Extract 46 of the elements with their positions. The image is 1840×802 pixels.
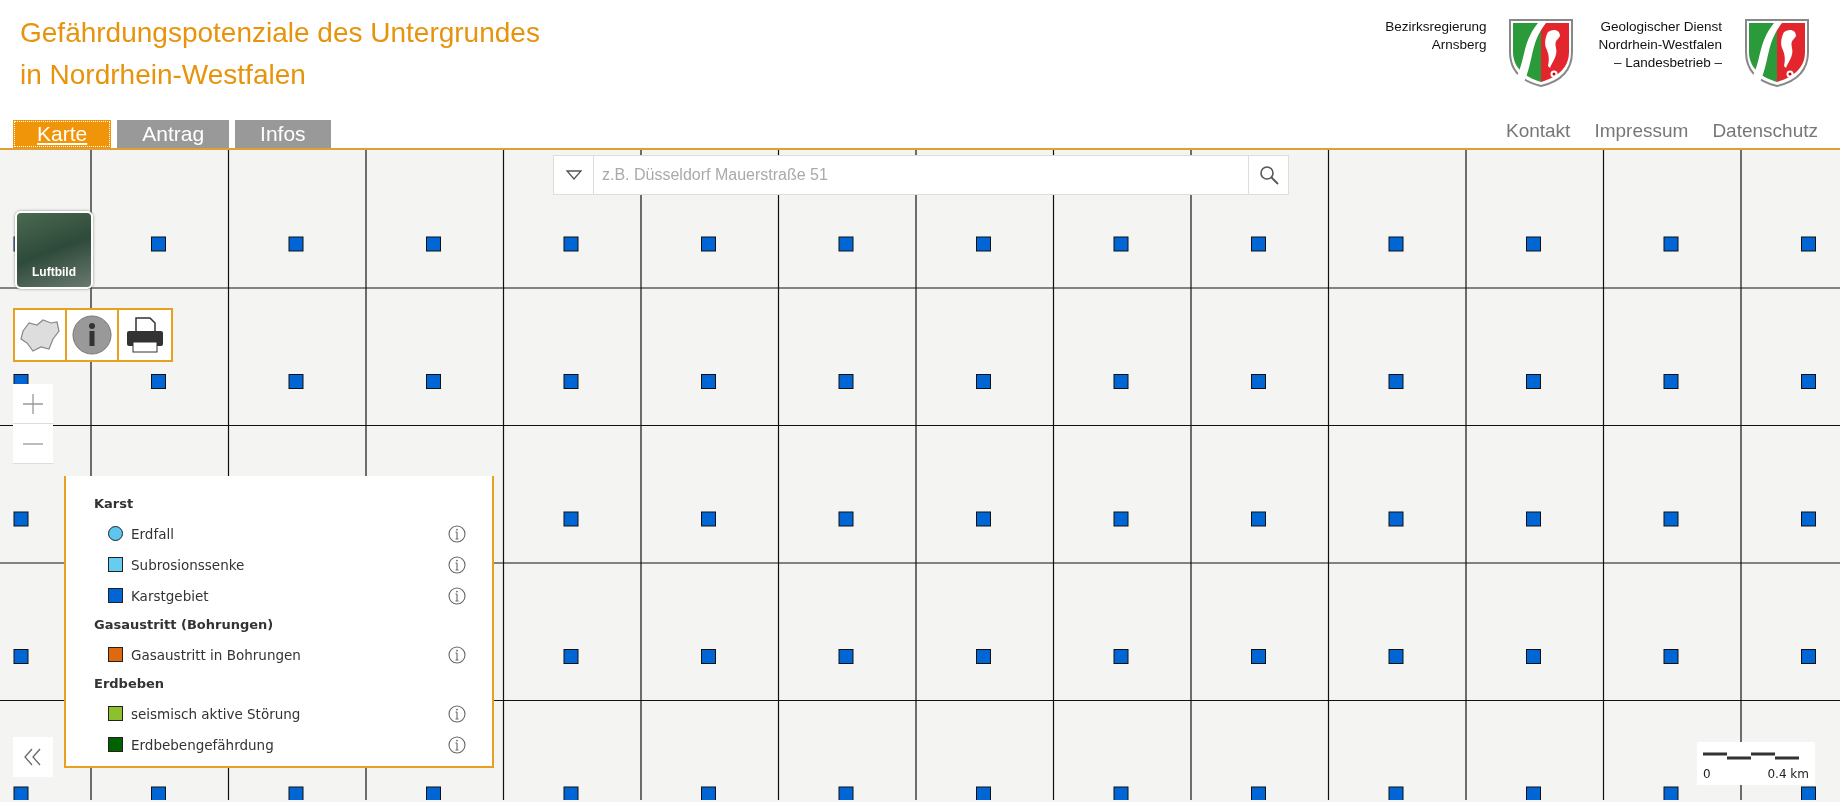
legend-label: Gasaustritt in Bohrungen [131, 646, 302, 663]
nav-link[interactable]: Impressum [1594, 120, 1689, 142]
info-icon [448, 524, 466, 543]
nav-link[interactable]: Datenschutz [1712, 120, 1818, 142]
info-icon [448, 704, 466, 723]
scale-ruler-icon [1703, 752, 1799, 760]
scale-label: 0.4 km [1767, 767, 1809, 781]
page-title: in Nordrhein-Westfalen [20, 58, 307, 92]
search-field[interactable]: z.B. Düsseldorf Mauerstraße 51 [594, 155, 1248, 195]
coat-of-arms-icon [1508, 18, 1575, 88]
printer-icon [125, 316, 165, 354]
search-button[interactable] [1248, 155, 1289, 195]
plus-icon [22, 392, 44, 415]
collapse-button[interactable] [13, 737, 53, 777]
organization-name: Bezirksregierung [1385, 18, 1487, 36]
legend-label: Subrosionssenke [131, 556, 246, 573]
nav-tab[interactable]: Infos [235, 120, 331, 148]
dropdown-caret-icon [565, 170, 582, 180]
page-title: Gefährdungspotenziale des Untergrundes [20, 16, 540, 50]
info-icon [448, 586, 466, 605]
info-icon [448, 555, 466, 574]
legend-group-title: Erdbeben [94, 676, 166, 691]
info-icon [448, 735, 466, 754]
organization-name: – Landesbetrieb – [1612, 54, 1722, 72]
search-options-button[interactable] [553, 155, 594, 195]
scale-label: 0 [1703, 767, 1711, 781]
aerial-photo-button[interactable]: Luftbild [15, 211, 93, 289]
double-chevron-left-icon [23, 748, 43, 766]
coat-of-arms-icon [1744, 18, 1810, 88]
search-icon [1258, 165, 1279, 185]
info-icon [448, 645, 466, 664]
minus-icon [22, 441, 44, 446]
legend-label: Erdbebengefährdung [131, 736, 275, 753]
legend-label: Erdfall [131, 525, 175, 542]
nav-link[interactable]: Kontakt [1505, 120, 1571, 142]
organization-name: Nordrhein-Westfalen [1598, 36, 1722, 54]
organization-name: Geologischer Dienst [1599, 18, 1722, 36]
legend-label: seismisch aktive Störung [131, 705, 302, 722]
nav-tab[interactable]: Antrag [117, 120, 230, 148]
organization-name: Arnsberg [1430, 36, 1487, 54]
info-icon [71, 314, 113, 356]
region-outline-icon [19, 317, 61, 353]
legend-group-title: Karst [94, 496, 135, 511]
legend-group-title: Gasaustritt (Bohrungen) [94, 617, 275, 632]
legend-label: Karstgebiet [131, 587, 210, 604]
nav-tab[interactable]: Karte [13, 120, 112, 148]
